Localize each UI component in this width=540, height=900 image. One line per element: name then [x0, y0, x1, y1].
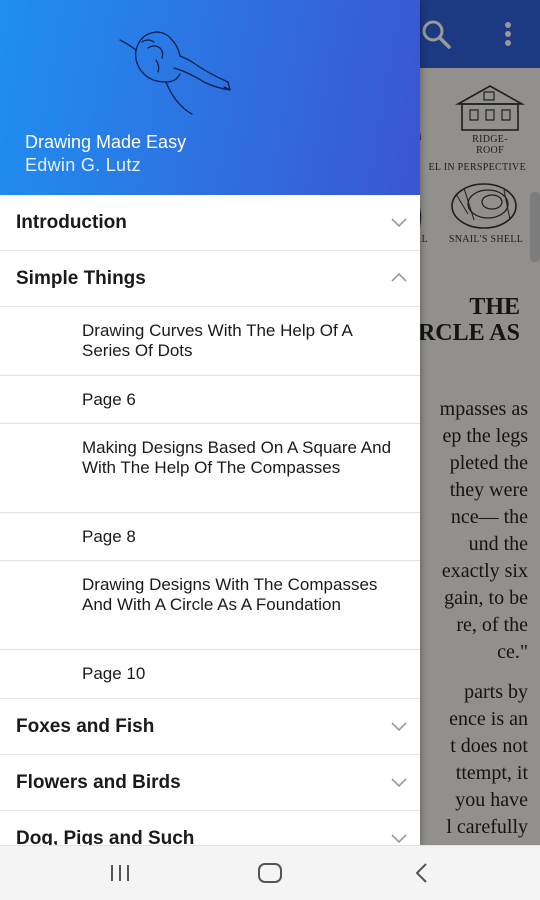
chevron-down-icon[interactable]: [390, 775, 408, 789]
toc-item-label: Making Designs Based On A Square And Wit…: [82, 438, 392, 477]
section-label: Simple Things: [16, 268, 146, 289]
recents-icon: [111, 865, 129, 881]
chevron-down-icon[interactable]: [390, 719, 408, 733]
section-label: Dog, Pigs and Such: [16, 828, 195, 845]
chevron-down-icon[interactable]: [390, 215, 408, 229]
toc-item[interactable]: Making Designs Based On A Square And Wit…: [0, 424, 420, 513]
navigation-drawer: Drawing Made Easy Edwin G. Lutz Introduc…: [0, 0, 420, 845]
book-author: Edwin G. Lutz: [25, 155, 141, 175]
toc-item[interactable]: Page 6: [0, 376, 420, 424]
chevron-up-icon[interactable]: [390, 271, 408, 285]
drawing-hand-icon: [119, 31, 231, 115]
toc-item[interactable]: Drawing Designs With The Compasses And W…: [0, 561, 420, 650]
toc-item-label: Page 10: [82, 664, 146, 683]
toc-item[interactable]: Page 10: [0, 650, 420, 699]
toc-item[interactable]: Drawing Curves With The Help Of A Series…: [0, 307, 420, 376]
toc-item-label: Drawing Designs With The Compasses And W…: [82, 575, 378, 614]
back-icon: [416, 863, 427, 883]
toc-section-dog-pigs-and-such[interactable]: Dog, Pigs and Such: [0, 811, 420, 845]
table-of-contents: Introduction Simple Things Drawing Curve…: [0, 195, 420, 845]
section-label: Introduction: [16, 212, 127, 233]
toc-section-simple-things[interactable]: Simple Things: [0, 251, 420, 307]
home-button[interactable]: [250, 858, 290, 888]
system-navigation-bar: [0, 845, 540, 900]
section-label: Flowers and Birds: [16, 772, 181, 793]
section-label: Foxes and Fish: [16, 716, 155, 737]
chevron-down-icon[interactable]: [390, 831, 408, 845]
drawer-header: Drawing Made Easy Edwin G. Lutz: [0, 0, 420, 195]
toc-section-flowers-and-birds[interactable]: Flowers and Birds: [0, 755, 420, 811]
toc-item-label: Page 8: [82, 527, 136, 546]
home-icon: [258, 863, 282, 883]
toc-item-label: Page 6: [82, 390, 136, 409]
toc-item[interactable]: Page 8: [0, 513, 420, 561]
toc-section-introduction[interactable]: Introduction: [0, 195, 420, 251]
back-button[interactable]: [402, 858, 442, 888]
toc-section-foxes-and-fish[interactable]: Foxes and Fish: [0, 699, 420, 755]
toc-item-label: Drawing Curves With The Help Of A Series…: [82, 321, 352, 360]
recents-button[interactable]: [100, 858, 140, 888]
book-title: Drawing Made Easy: [25, 132, 187, 152]
